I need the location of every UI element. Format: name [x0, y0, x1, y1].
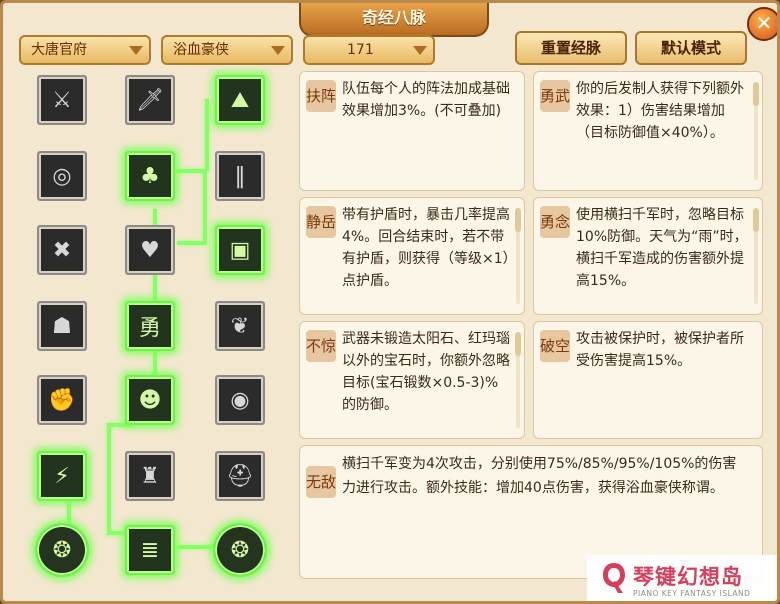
- level-dropdown-value: 171: [347, 42, 374, 58]
- reset-meridian-button[interactable]: 重置经脉: [515, 31, 627, 65]
- eye-sigil-icon: ◉: [230, 387, 250, 413]
- meridian-node[interactable]: ✖: [37, 225, 87, 275]
- close-button[interactable]: ✕: [747, 7, 777, 41]
- tree-connector: [107, 425, 111, 535]
- meridian-node[interactable]: ♣: [125, 151, 175, 201]
- lightning-warrior-icon: ⚡: [54, 463, 70, 489]
- swirl-orb-left-icon: ❂: [52, 537, 72, 563]
- card-fuzhen: 扶阵 队伍每个人的阵法加成基础效果增加3%。(不可叠加): [299, 71, 525, 191]
- card-tag: 扶阵: [306, 80, 336, 112]
- card-tag: 无敌: [306, 466, 336, 498]
- helmet-icon: ⛑: [226, 463, 254, 489]
- chevron-down-icon: [129, 46, 143, 55]
- crossed-weapons-icon: ✖: [52, 237, 72, 263]
- meridian-node[interactable]: ⚔: [37, 75, 87, 125]
- card-text: 武器未锻造太阳石、红玛瑙以外的宝石时，你额外忽略目标(宝石锻数×0.5-3)%的…: [342, 331, 510, 413]
- card-tag: 不惊: [306, 330, 336, 362]
- meridian-window: 奇经八脉 ✕ 大唐官府 浴血豪侠 171 重置经脉 默认模式 ⚔ 🗡 ⛰ ◎ ♣ ‖ ✖ ♥ ▣…: [0, 0, 780, 604]
- brave-emblem-icon: 勇: [138, 316, 161, 341]
- meridian-node[interactable]: 🗡: [125, 75, 175, 125]
- card-tag: 静岳: [306, 206, 336, 238]
- meridian-node[interactable]: ‖: [215, 151, 265, 201]
- meridian-node[interactable]: ⚡: [37, 451, 87, 501]
- tiger-head-icon: ⚔: [52, 87, 72, 113]
- default-mode-button[interactable]: 默认模式: [635, 31, 747, 65]
- card-text: 带有护盾时，暴击几率提高4%。回合结束时，若不带有护盾，则获得（等级×1）点护盾…: [342, 207, 510, 289]
- card-jingyue: 静岳 带有护盾时，暴击几率提高4%。回合结束时，若不带有护盾，则获得（等级×1）…: [299, 197, 525, 315]
- meridian-node[interactable]: ❂: [35, 523, 89, 577]
- card-scrollbar[interactable]: [753, 208, 759, 304]
- meridian-node[interactable]: ⛰: [215, 75, 265, 125]
- meridian-node[interactable]: 勇: [125, 301, 175, 351]
- window-title: 奇经八脉: [299, 3, 489, 37]
- meridian-node[interactable]: ⛑: [215, 451, 265, 501]
- fortress-icon: ▣: [229, 237, 251, 263]
- meridian-node[interactable]: ♥: [125, 225, 175, 275]
- card-scrollbar[interactable]: [753, 82, 759, 180]
- meridian-node[interactable]: ❦: [215, 301, 265, 351]
- tree-connector: [177, 545, 217, 549]
- sect-dropdown[interactable]: 大唐官府: [19, 35, 151, 65]
- armored-general-icon: ♜: [140, 463, 160, 489]
- meridian-node[interactable]: ≣: [125, 525, 175, 575]
- card-yongwu: 勇武 你的后发制人获得下列额外效果：1）伤害结果增加（目标防御值×40%）。: [533, 71, 763, 191]
- meridian-node[interactable]: ❂: [213, 523, 267, 577]
- card-scrollbar[interactable]: [515, 332, 521, 428]
- meridian-node[interactable]: ☻: [125, 375, 175, 425]
- meridian-node[interactable]: ◎: [37, 151, 87, 201]
- feather-leaf-icon: ❦: [230, 313, 250, 339]
- sect-dropdown-value: 大唐官府: [31, 42, 87, 58]
- chevron-down-icon: [271, 46, 285, 55]
- card-tag: 破空: [540, 330, 570, 362]
- card-text: 攻击被保护时，被保护者所受伤害提高15%。: [576, 331, 744, 369]
- card-scrollbar[interactable]: [515, 208, 521, 304]
- stacked-blades-icon: ≣: [140, 537, 160, 563]
- watermark-text: 琴键幻想岛: [633, 565, 743, 589]
- meridian-node[interactable]: ✊: [37, 375, 87, 425]
- shouting-warrior-icon: ☻: [138, 387, 162, 413]
- watermark-subtext: PIANO KEY FANTASY ISLAND: [633, 589, 751, 598]
- level-dropdown[interactable]: 171: [303, 35, 435, 65]
- card-pokong: 破空 攻击被保护时，被保护者所受伤害提高15%。: [533, 321, 763, 439]
- meridian-node[interactable]: ▣: [215, 225, 265, 275]
- swirl-orb-right-icon: ❂: [230, 537, 250, 563]
- heart-shield-icon: ♥: [140, 237, 160, 263]
- card-text: 你的后发制人获得下列额外效果：1）伤害结果增加（目标防御值×40%）。: [576, 81, 744, 141]
- mountain-icon: ⛰: [230, 87, 250, 113]
- raised-fist-icon: ✊: [48, 387, 76, 413]
- card-tag: 勇武: [540, 80, 570, 112]
- card-text: 队伍每个人的阵法加成基础效果增加3%。(不可叠加): [342, 81, 510, 119]
- spear-rack-icon: ‖: [234, 163, 246, 189]
- tree-connector: [203, 173, 207, 243]
- school-dropdown-value: 浴血豪侠: [173, 42, 229, 58]
- card-bujing: 不惊 武器未锻造太阳石、红玛瑙以外的宝石时，你额外忽略目标(宝石锻数×0.5-3…: [299, 321, 525, 439]
- meridian-node[interactable]: ◉: [215, 375, 265, 425]
- tree-connector: [177, 241, 207, 245]
- tree-connector: [205, 99, 209, 171]
- chevron-down-icon: [413, 46, 427, 55]
- beetle-badge-icon: ☗: [52, 313, 72, 339]
- sword-strike-icon: 🗡: [136, 87, 164, 113]
- watermark-logo-icon: [603, 563, 625, 593]
- tree-connector: [67, 499, 71, 525]
- watermark: 琴键幻想岛 PIANO KEY FANTASY ISLAND: [587, 555, 777, 601]
- school-dropdown[interactable]: 浴血豪侠: [161, 35, 293, 65]
- meridian-node[interactable]: ♜: [125, 451, 175, 501]
- tree-figure-icon: ♣: [140, 163, 160, 189]
- spiral-shield-icon: ◎: [52, 163, 72, 189]
- meridian-node[interactable]: ☗: [37, 301, 87, 351]
- card-yongnian: 勇念 使用横扫千军时，忽略目标10%防御。天气为“雨”时，横扫千军造成的伤害额外…: [533, 197, 763, 315]
- card-tag: 勇念: [540, 206, 570, 238]
- card-text: 使用横扫千军时，忽略目标10%防御。天气为“雨”时，横扫千军造成的伤害额外提高1…: [576, 207, 748, 289]
